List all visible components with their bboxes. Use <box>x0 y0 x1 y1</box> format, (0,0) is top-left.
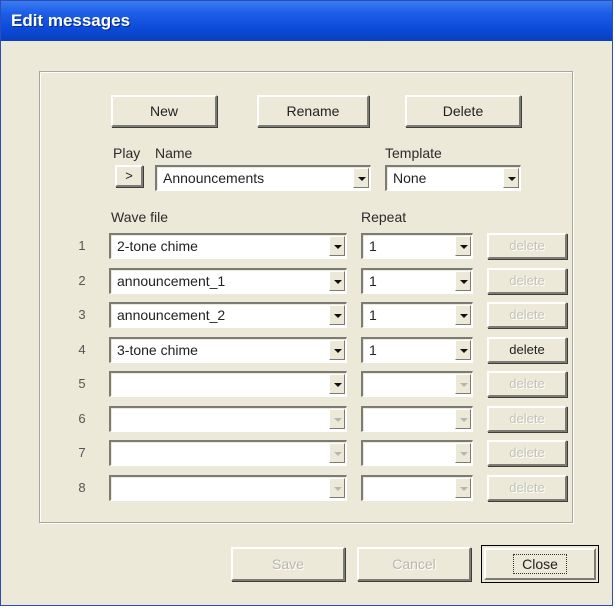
chevron-down-icon[interactable] <box>455 409 471 429</box>
wave-file-select[interactable]: announcement_1 <box>109 268 347 294</box>
chevron-down-icon[interactable] <box>329 409 345 429</box>
title-bar[interactable]: Edit messages <box>1 1 612 41</box>
repeat-value: 1 <box>369 342 377 358</box>
chevron-down-icon[interactable] <box>455 374 471 394</box>
wave-file-select[interactable]: announcement_2 <box>109 302 347 328</box>
delete-row-label: delete <box>509 307 545 322</box>
chevron-down-icon[interactable] <box>503 168 519 188</box>
repeat-select[interactable]: 1 <box>361 233 473 259</box>
cancel-button-label: Cancel <box>392 556 436 572</box>
row-number: 5 <box>78 376 86 391</box>
wave-file-select[interactable] <box>109 440 347 466</box>
delete-row-label: delete <box>509 376 545 391</box>
play-label: Play <box>113 145 141 161</box>
cancel-button[interactable]: Cancel <box>357 547 471 581</box>
play-button[interactable]: > <box>115 165 143 187</box>
wave-file-select[interactable] <box>109 475 347 501</box>
repeat-value: 1 <box>369 273 377 289</box>
wave-file-value: announcement_2 <box>117 307 226 323</box>
close-button-label: Close <box>513 554 567 574</box>
delete-row-button[interactable]: delete <box>487 475 567 501</box>
play-arrow-icon: > <box>125 168 133 183</box>
chevron-down-icon[interactable] <box>455 478 471 498</box>
name-select-value: Announcements <box>163 170 265 186</box>
wave-file-select[interactable] <box>109 406 347 432</box>
name-label: Name <box>155 145 193 161</box>
wave-file-select[interactable]: 3-tone chime <box>109 337 347 363</box>
chevron-down-icon[interactable] <box>455 271 471 291</box>
delete-row-label: delete <box>509 238 545 253</box>
wave-file-header: Wave file <box>111 209 169 225</box>
delete-row-button[interactable]: delete <box>487 233 567 259</box>
chevron-down-icon[interactable] <box>455 340 471 360</box>
chevron-down-icon[interactable] <box>329 340 345 360</box>
chevron-down-icon[interactable] <box>455 305 471 325</box>
template-select[interactable]: None <box>385 165 521 191</box>
chevron-down-icon[interactable] <box>353 168 369 188</box>
chevron-down-icon[interactable] <box>329 478 345 498</box>
template-select-value: None <box>393 170 427 186</box>
delete-row-label: delete <box>509 273 545 288</box>
row-number: 1 <box>78 238 86 253</box>
delete-row-button[interactable]: delete <box>487 440 567 466</box>
wave-file-select[interactable]: 2-tone chime <box>109 233 347 259</box>
rename-button-label: Rename <box>286 103 340 119</box>
repeat-select[interactable] <box>361 406 473 432</box>
row-number: 8 <box>78 480 86 495</box>
delete-message-button-label: Delete <box>442 103 484 119</box>
template-label: Template <box>385 145 442 161</box>
delete-row-button[interactable]: delete <box>487 302 567 328</box>
wave-file-value: announcement_1 <box>117 273 226 289</box>
repeat-value: 1 <box>369 238 377 254</box>
repeat-value: 1 <box>369 307 377 323</box>
row-number: 2 <box>78 273 86 288</box>
delete-row-button[interactable]: delete <box>487 371 567 397</box>
dialog-body: New Rename Delete Play Name Template > A… <box>3 41 610 603</box>
repeat-select[interactable] <box>361 475 473 501</box>
save-button[interactable]: Save <box>231 547 345 581</box>
delete-row-label: delete <box>509 411 545 426</box>
delete-row-button[interactable]: delete <box>487 337 567 363</box>
edit-messages-window: Edit messages New Rename Delete Play Nam… <box>0 0 613 606</box>
repeat-select[interactable] <box>361 371 473 397</box>
repeat-select[interactable]: 1 <box>361 302 473 328</box>
chevron-down-icon[interactable] <box>329 271 345 291</box>
new-button[interactable]: New <box>111 95 217 127</box>
close-button[interactable]: Close <box>481 545 599 583</box>
delete-row-label: delete <box>509 342 545 357</box>
chevron-down-icon[interactable] <box>329 305 345 325</box>
wave-file-value: 3-tone chime <box>117 342 198 358</box>
wave-file-select[interactable] <box>109 371 347 397</box>
window-title: Edit messages <box>11 11 131 30</box>
chevron-down-icon[interactable] <box>329 443 345 463</box>
name-select[interactable]: Announcements <box>155 165 371 191</box>
rename-button[interactable]: Rename <box>257 95 369 127</box>
delete-row-label: delete <box>509 445 545 460</box>
chevron-down-icon[interactable] <box>455 236 471 256</box>
chevron-down-icon[interactable] <box>329 374 345 394</box>
chevron-down-icon[interactable] <box>455 443 471 463</box>
row-number: 7 <box>78 445 86 460</box>
repeat-header: Repeat <box>361 209 407 225</box>
save-button-label: Save <box>272 556 304 572</box>
repeat-select[interactable] <box>361 440 473 466</box>
delete-row-label: delete <box>509 480 545 495</box>
delete-row-button[interactable]: delete <box>487 268 567 294</box>
delete-row-button[interactable]: delete <box>487 406 567 432</box>
row-number: 4 <box>78 342 86 357</box>
repeat-select[interactable]: 1 <box>361 337 473 363</box>
repeat-select[interactable]: 1 <box>361 268 473 294</box>
delete-message-button[interactable]: Delete <box>405 95 521 127</box>
chevron-down-icon[interactable] <box>329 236 345 256</box>
wave-file-value: 2-tone chime <box>117 238 198 254</box>
row-number: 6 <box>78 411 86 426</box>
new-button-label: New <box>149 103 178 119</box>
row-number: 3 <box>78 307 86 322</box>
